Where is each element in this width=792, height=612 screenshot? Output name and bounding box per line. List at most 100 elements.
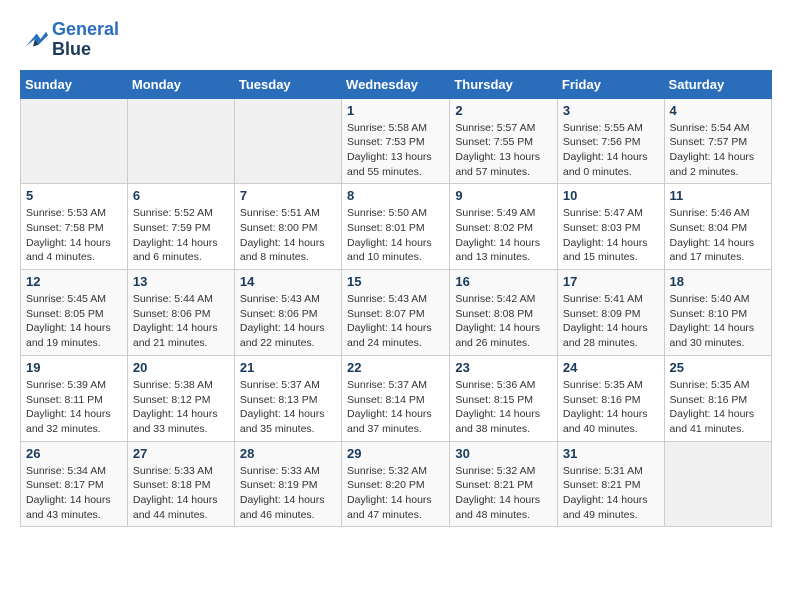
logo-text: General Blue — [52, 20, 119, 60]
calendar-day-14: 14Sunrise: 5:43 AMSunset: 8:06 PMDayligh… — [234, 270, 341, 356]
day-number: 31 — [563, 446, 659, 461]
day-number: 30 — [455, 446, 552, 461]
calendar-day-12: 12Sunrise: 5:45 AMSunset: 8:05 PMDayligh… — [21, 270, 128, 356]
calendar-day-20: 20 Sunrise: 5:38 AMSunset: 8:12 PMDayligh… — [127, 355, 234, 441]
day-info: Sunrise: 5:51 AMSunset: 8:00 PMDaylight:… — [240, 206, 336, 265]
calendar-week-row: 19 Sunrise: 5:39 AMSunset: 8:11 PMDayligh… — [21, 355, 772, 441]
calendar-week-row: 5Sunrise: 5:53 AMSunset: 7:58 PMDaylight… — [21, 184, 772, 270]
calendar-day-23: 23 Sunrise: 5:36 AMSunset: 8:15 PMDayligh… — [450, 355, 558, 441]
day-info: Sunrise: 5:32 AMSunset: 8:21 PMDaylight:… — [455, 464, 552, 523]
weekday-header-row: SundayMondayTuesdayWednesdayThursdayFrid… — [21, 70, 772, 98]
logo-bird-icon — [20, 26, 48, 54]
day-number: 4 — [670, 103, 766, 118]
page-header: General Blue — [20, 20, 772, 60]
day-number: 12 — [26, 274, 122, 289]
day-number: 6 — [133, 188, 229, 203]
day-info: Sunrise: 5:36 AMSunset: 8:15 PMDaylight:… — [455, 378, 552, 437]
day-number: 17 — [563, 274, 659, 289]
weekday-header-wednesday: Wednesday — [342, 70, 450, 98]
day-number: 14 — [240, 274, 336, 289]
calendar-day-27: 27Sunrise: 5:33 AMSunset: 8:18 PMDayligh… — [127, 441, 234, 527]
day-info: Sunrise: 5:35 AMSunset: 8:16 PMDaylight:… — [563, 378, 659, 437]
day-info: Sunrise: 5:34 AMSunset: 8:17 PMDaylight:… — [26, 464, 122, 523]
calendar-day-9: 9 Sunrise: 5:49 AMSunset: 8:02 PMDaylight… — [450, 184, 558, 270]
day-number: 20 — [133, 360, 229, 375]
calendar-day-8: 8 Sunrise: 5:50 AMSunset: 8:01 PMDaylight… — [342, 184, 450, 270]
day-info: Sunrise: 5:37 AMSunset: 8:14 PMDaylight:… — [347, 378, 444, 437]
calendar-day-5: 5Sunrise: 5:53 AMSunset: 7:58 PMDaylight… — [21, 184, 128, 270]
calendar-day-25: 25 Sunrise: 5:35 AMSunset: 8:16 PMDayligh… — [664, 355, 771, 441]
calendar-day-2: 2 Sunrise: 5:57 AMSunset: 7:55 PMDaylight… — [450, 98, 558, 184]
day-number: 26 — [26, 446, 122, 461]
calendar-day-29: 29Sunrise: 5:32 AMSunset: 8:20 PMDayligh… — [342, 441, 450, 527]
day-number: 22 — [347, 360, 444, 375]
day-info: Sunrise: 5:41 AMSunset: 8:09 PMDaylight:… — [563, 292, 659, 351]
calendar-day-11: 11 Sunrise: 5:46 AMSunset: 8:04 PMDayligh… — [664, 184, 771, 270]
calendar-day-21: 21 Sunrise: 5:37 AMSunset: 8:13 PMDayligh… — [234, 355, 341, 441]
day-number: 23 — [455, 360, 552, 375]
calendar-day-30: 30 Sunrise: 5:32 AMSunset: 8:21 PMDayligh… — [450, 441, 558, 527]
calendar-day-24: 24 Sunrise: 5:35 AMSunset: 8:16 PMDayligh… — [557, 355, 664, 441]
weekday-header-monday: Monday — [127, 70, 234, 98]
day-info: Sunrise: 5:53 AMSunset: 7:58 PMDaylight:… — [26, 206, 122, 265]
day-number: 21 — [240, 360, 336, 375]
day-number: 11 — [670, 188, 766, 203]
calendar-day-1: 1 Sunrise: 5:58 AMSunset: 7:53 PMDaylight… — [342, 98, 450, 184]
day-info: Sunrise: 5:35 AMSunset: 8:16 PMDaylight:… — [670, 378, 766, 437]
day-number: 8 — [347, 188, 444, 203]
calendar-day-10: 10 Sunrise: 5:47 AMSunset: 8:03 PMDayligh… — [557, 184, 664, 270]
day-info: Sunrise: 5:33 AMSunset: 8:18 PMDaylight:… — [133, 464, 229, 523]
calendar-empty-cell — [664, 441, 771, 527]
calendar-day-7: 7 Sunrise: 5:51 AMSunset: 8:00 PMDaylight… — [234, 184, 341, 270]
day-info: Sunrise: 5:47 AMSunset: 8:03 PMDaylight:… — [563, 206, 659, 265]
day-info: Sunrise: 5:49 AMSunset: 8:02 PMDaylight:… — [455, 206, 552, 265]
day-info: Sunrise: 5:37 AMSunset: 8:13 PMDaylight:… — [240, 378, 336, 437]
day-info: Sunrise: 5:57 AMSunset: 7:55 PMDaylight:… — [455, 121, 552, 180]
calendar-day-13: 13 Sunrise: 5:44 AMSunset: 8:06 PMDayligh… — [127, 270, 234, 356]
day-number: 1 — [347, 103, 444, 118]
calendar-day-31: 31Sunrise: 5:31 AMSunset: 8:21 PMDayligh… — [557, 441, 664, 527]
day-number: 15 — [347, 274, 444, 289]
day-info: Sunrise: 5:52 AMSunset: 7:59 PMDaylight:… — [133, 206, 229, 265]
day-info: Sunrise: 5:58 AMSunset: 7:53 PMDaylight:… — [347, 121, 444, 180]
day-info: Sunrise: 5:50 AMSunset: 8:01 PMDaylight:… — [347, 206, 444, 265]
calendar-day-17: 17 Sunrise: 5:41 AMSunset: 8:09 PMDayligh… — [557, 270, 664, 356]
calendar-day-19: 19 Sunrise: 5:39 AMSunset: 8:11 PMDayligh… — [21, 355, 128, 441]
calendar-day-18: 18Sunrise: 5:40 AMSunset: 8:10 PMDayligh… — [664, 270, 771, 356]
day-number: 7 — [240, 188, 336, 203]
weekday-header-thursday: Thursday — [450, 70, 558, 98]
calendar-empty-cell — [21, 98, 128, 184]
day-number: 19 — [26, 360, 122, 375]
day-info: Sunrise: 5:55 AMSunset: 7:56 PMDaylight:… — [563, 121, 659, 180]
day-number: 28 — [240, 446, 336, 461]
calendar-day-15: 15 Sunrise: 5:43 AMSunset: 8:07 PMDayligh… — [342, 270, 450, 356]
weekday-header-tuesday: Tuesday — [234, 70, 341, 98]
day-info: Sunrise: 5:54 AMSunset: 7:57 PMDaylight:… — [670, 121, 766, 180]
logo: General Blue — [20, 20, 119, 60]
day-info: Sunrise: 5:40 AMSunset: 8:10 PMDaylight:… — [670, 292, 766, 351]
day-number: 24 — [563, 360, 659, 375]
day-number: 3 — [563, 103, 659, 118]
calendar-day-22: 22 Sunrise: 5:37 AMSunset: 8:14 PMDayligh… — [342, 355, 450, 441]
day-info: Sunrise: 5:32 AMSunset: 8:20 PMDaylight:… — [347, 464, 444, 523]
day-number: 25 — [670, 360, 766, 375]
day-number: 10 — [563, 188, 659, 203]
day-info: Sunrise: 5:46 AMSunset: 8:04 PMDaylight:… — [670, 206, 766, 265]
day-info: Sunrise: 5:43 AMSunset: 8:07 PMDaylight:… — [347, 292, 444, 351]
day-number: 2 — [455, 103, 552, 118]
calendar-empty-cell — [234, 98, 341, 184]
calendar-day-4: 4 Sunrise: 5:54 AMSunset: 7:57 PMDaylight… — [664, 98, 771, 184]
calendar-day-28: 28Sunrise: 5:33 AMSunset: 8:19 PMDayligh… — [234, 441, 341, 527]
day-number: 13 — [133, 274, 229, 289]
weekday-header-friday: Friday — [557, 70, 664, 98]
day-info: Sunrise: 5:44 AMSunset: 8:06 PMDaylight:… — [133, 292, 229, 351]
calendar-empty-cell — [127, 98, 234, 184]
calendar-week-row: 1 Sunrise: 5:58 AMSunset: 7:53 PMDaylight… — [21, 98, 772, 184]
calendar-day-6: 6 Sunrise: 5:52 AMSunset: 7:59 PMDaylight… — [127, 184, 234, 270]
day-info: Sunrise: 5:38 AMSunset: 8:12 PMDaylight:… — [133, 378, 229, 437]
day-info: Sunrise: 5:39 AMSunset: 8:11 PMDaylight:… — [26, 378, 122, 437]
day-number: 9 — [455, 188, 552, 203]
weekday-header-sunday: Sunday — [21, 70, 128, 98]
calendar-week-row: 12Sunrise: 5:45 AMSunset: 8:05 PMDayligh… — [21, 270, 772, 356]
calendar-table: SundayMondayTuesdayWednesdayThursdayFrid… — [20, 70, 772, 528]
